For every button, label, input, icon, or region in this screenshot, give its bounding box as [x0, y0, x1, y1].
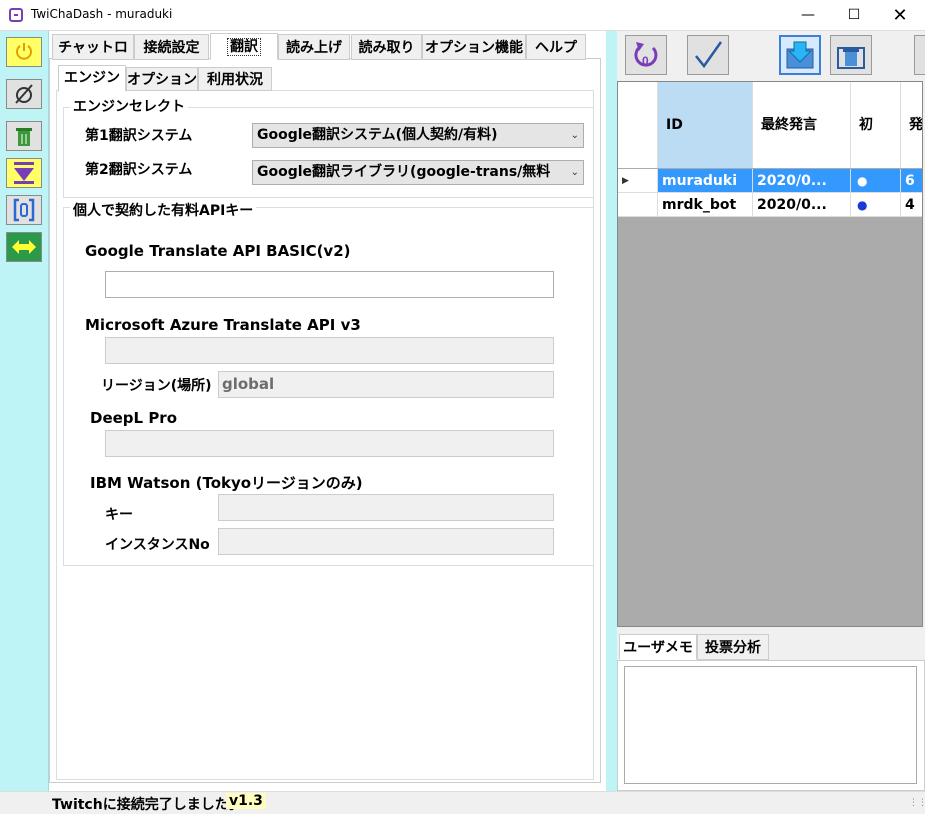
subtab-usage[interactable]: 利用状況 [198, 67, 272, 91]
google-api-key-input[interactable] [105, 271, 554, 298]
check-icon [695, 41, 723, 69]
swap-icon [12, 240, 36, 254]
user-grid[interactable]: ID 最終発言 初 発 ▶ muraduki 2020/0... ● 6 mrd… [617, 81, 923, 627]
main-panel: チャットログ 接続設定 翻訳 読み上げ 読み取り オプション機能 ヘルプ エンジ… [49, 31, 606, 791]
window-title: TwiChaDash - muraduki [31, 7, 173, 21]
delete-all-button[interactable] [830, 35, 872, 75]
watson-label: IBM Watson (Tokyoリージョンのみ) [90, 474, 363, 492]
row-indicator [618, 193, 658, 217]
app-icon [9, 8, 23, 22]
power-icon [16, 43, 32, 60]
tab-translation-label: 翻訳 [227, 38, 261, 56]
azure-api-label: Microsoft Azure Translate API v3 [85, 316, 361, 334]
secondary-engine-label: 第2翻訳システム [85, 162, 193, 178]
region-label: リージョン(場所) [101, 378, 212, 394]
cell-id: muraduki [658, 169, 753, 193]
swap-button[interactable] [6, 232, 42, 262]
panel-splitter[interactable] [606, 31, 617, 791]
column-header-first[interactable]: 初 [851, 82, 901, 168]
memo-area: ユーザメモ 投票分析 [617, 634, 925, 791]
primary-engine-label: 第1翻訳システム [85, 128, 193, 144]
refresh-button[interactable]: 0 [625, 35, 667, 75]
minimize-button[interactable]: — [785, 0, 831, 31]
table-row[interactable]: ▶ muraduki 2020/0... ● 6 [618, 169, 922, 193]
maximize-button[interactable]: ☐ [831, 0, 877, 31]
tab-user-memo[interactable]: ユーザメモ [619, 634, 697, 660]
hide-icon [15, 84, 33, 104]
grid-corner [618, 82, 658, 168]
close-button[interactable]: ✕ [877, 0, 923, 31]
primary-engine-value: Google翻訳システム(個人契約/有料) [257, 127, 498, 143]
subtab-options[interactable]: オプション [126, 67, 198, 91]
confirm-button[interactable] [687, 35, 729, 75]
tab-read-aloud[interactable]: 読み上げ [278, 34, 350, 60]
title-bar: TwiChaDash - muraduki — ☐ ✕ [0, 0, 925, 31]
tab-read-capture[interactable]: 読み取り [351, 34, 422, 60]
resize-grip-icon[interactable]: ⋮⋮ [909, 798, 925, 808]
subtab-engine[interactable]: エンジン [58, 65, 126, 92]
hide-button[interactable] [6, 79, 42, 109]
trash-all-icon [837, 47, 865, 69]
watson-instance-label: インスタンスNo [105, 537, 210, 553]
download-arrow-icon [14, 162, 34, 184]
save-download-button[interactable] [779, 35, 821, 75]
azure-api-key-input[interactable] [105, 337, 554, 364]
secondary-engine-select[interactable]: Google翻訳ライブラリ(google-trans/無料 ⌄ [252, 160, 584, 185]
google-api-label: Google Translate API BASIC(v2) [85, 242, 351, 260]
tab-connection-settings[interactable]: 接続設定 [134, 34, 209, 60]
watson-key-input[interactable] [218, 494, 554, 521]
clear-button[interactable] [6, 121, 42, 151]
chevron-down-icon: ⌄ [568, 161, 579, 184]
refresh-icon: 0 [634, 42, 658, 68]
bracket-button[interactable] [6, 195, 42, 225]
trash-icon [16, 128, 32, 146]
tab-help[interactable]: ヘルプ [526, 34, 586, 60]
secondary-engine-value: Google翻訳ライブラリ(google-trans/無料 [257, 164, 551, 180]
more-toolbar-button[interactable] [914, 35, 925, 75]
tab-vote-analysis[interactable]: 投票分析 [697, 634, 769, 660]
tab-chat-log[interactable]: チャットログ [52, 34, 134, 82]
status-bar: Twitchに接続完了しました。 v1.3 ⋮⋮ [0, 791, 925, 813]
right-panel: 0 ID 最終発言 初 発 ▶ muraduki 2020/0... ● 6 m… [617, 31, 925, 791]
cell-id: mrdk_bot [658, 193, 753, 217]
cell-first: ● [851, 169, 901, 193]
watson-key-label: キー [105, 507, 133, 523]
scroll-down-button[interactable] [6, 158, 42, 188]
cell-last-message: 2020/0... [753, 193, 851, 217]
user-memo-textarea[interactable] [624, 666, 917, 784]
column-header-last-message[interactable]: 最終発言 [753, 82, 851, 168]
power-button[interactable] [6, 37, 42, 67]
left-toolbar [0, 31, 49, 791]
deepl-label: DeepL Pro [90, 409, 178, 427]
version-badge: v1.3 [226, 793, 266, 809]
tab-options[interactable]: オプション機能 [422, 34, 526, 60]
region-input[interactable]: global [218, 371, 554, 398]
api-keys-legend: 個人で契約した有料APIキー [70, 200, 257, 220]
save-download-icon [786, 41, 814, 69]
table-row[interactable]: mrdk_bot 2020/0... ● 4 [618, 193, 922, 217]
column-header-count[interactable]: 発 [901, 82, 922, 168]
bracket-icon [13, 198, 35, 222]
region-value: global [222, 375, 275, 393]
engine-select-legend: エンジンセレクト [70, 96, 188, 116]
tab-translation[interactable]: 翻訳 [210, 33, 278, 60]
cell-last-message: 2020/0... [753, 169, 851, 193]
row-indicator-icon: ▶ [618, 169, 658, 193]
cell-count: 4 [901, 193, 922, 217]
chevron-down-icon: ⌄ [570, 130, 579, 141]
watson-instance-input[interactable] [218, 528, 554, 555]
cell-first: ● [851, 193, 901, 217]
cell-count: 6 [901, 169, 922, 193]
column-header-id[interactable]: ID [658, 82, 753, 168]
deepl-api-key-input[interactable] [105, 430, 554, 457]
svg-text:0: 0 [642, 54, 649, 68]
primary-engine-select[interactable]: Google翻訳システム(個人契約/有料) ⌄ [252, 123, 584, 148]
status-text: Twitchに接続完了しました。 [52, 797, 243, 813]
